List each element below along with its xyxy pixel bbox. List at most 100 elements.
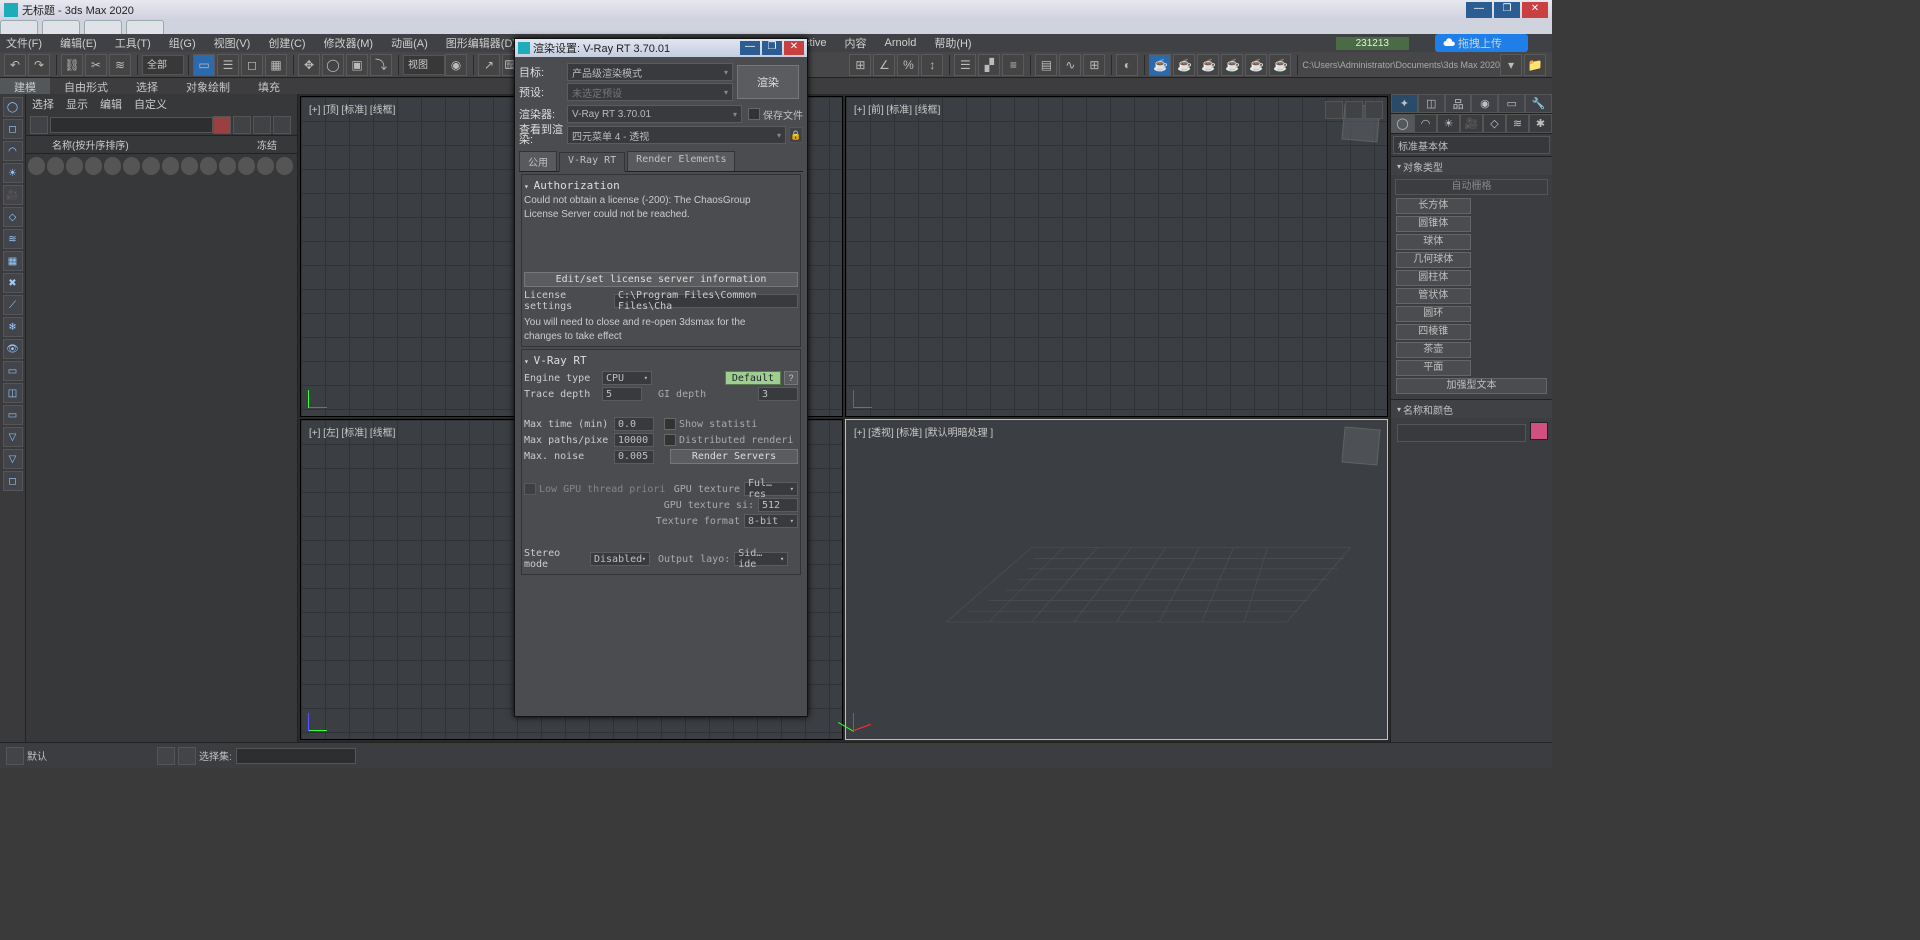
render-button[interactable]: 渲染 <box>737 65 799 99</box>
safe-frame-button[interactable] <box>1345 101 1363 119</box>
scale-button[interactable]: ▣ <box>346 54 368 76</box>
scene-search-input[interactable] <box>50 117 213 133</box>
layer-explorer-button[interactable]: ▤ <box>1035 54 1057 76</box>
menu-content[interactable]: 内容 <box>845 35 867 51</box>
filter-all-icon[interactable]: ◯ <box>3 97 23 117</box>
gpu-texture-select[interactable]: Ful…res <box>744 482 798 496</box>
cloud-upload-badge[interactable]: 拖拽上传 <box>1435 34 1528 52</box>
target-select[interactable]: 产品级渲染模式 <box>567 63 733 81</box>
move-button[interactable]: ✥ <box>298 54 320 76</box>
menu-arnold[interactable]: Arnold <box>885 37 917 49</box>
viewport-label[interactable]: [+] [顶] [标准] [线框] <box>309 101 395 116</box>
workspace-tab[interactable] <box>0 20 38 34</box>
stereo-mode-select[interactable]: Disabled <box>590 552 650 566</box>
undo-button[interactable]: ↶ <box>4 54 26 76</box>
column-name[interactable]: 名称(按升序排序) <box>26 137 237 152</box>
rollout-object-type[interactable]: 对象类型 <box>1391 157 1552 175</box>
low-gpu-priority-checkbox[interactable] <box>524 483 536 495</box>
cmd-tab-modify-icon[interactable]: ◫ <box>1418 94 1445 113</box>
save-file-checkbox[interactable] <box>748 108 760 120</box>
tab-common[interactable]: 公用 <box>519 151 557 171</box>
render-servers-button[interactable]: Render Servers <box>670 449 798 464</box>
scene-menu-select[interactable]: 选择 <box>32 96 54 112</box>
set-project-folder-button[interactable]: 📁 <box>1524 54 1546 76</box>
select-by-name-button[interactable]: ☰ <box>217 54 239 76</box>
rollout-vray-rt[interactable]: V-Ray RT <box>524 352 798 369</box>
window-minimize[interactable]: — <box>1466 2 1492 18</box>
view-settings-button[interactable] <box>1365 101 1383 119</box>
scene-menu-edit[interactable]: 编辑 <box>100 96 122 112</box>
prim-textplus-button[interactable]: 加强型文本 <box>1396 378 1547 394</box>
mtb-icon[interactable] <box>257 157 274 175</box>
menu-views[interactable]: 视图(V) <box>214 35 251 51</box>
rollout-name-color[interactable]: 名称和颜色 <box>1391 400 1552 418</box>
dialog-minimize[interactable]: — <box>740 41 760 55</box>
schematic-view-button[interactable]: ⊞ <box>1083 54 1105 76</box>
menu-graph-editor[interactable]: 图形编辑器(D) <box>446 35 516 51</box>
max-noise-spinner[interactable]: 0.005 <box>614 450 654 464</box>
cmd-tab-display-icon[interactable]: ▭ <box>1498 94 1525 113</box>
render-setup-button[interactable]: ☕ <box>1149 54 1171 76</box>
refcoord-select[interactable]: 视图 <box>403 55 445 75</box>
mtb-icon[interactable] <box>66 157 83 175</box>
place-button[interactable]: ⤵ <box>370 54 392 76</box>
scene-search-button[interactable] <box>30 116 48 134</box>
mirror-button[interactable]: ▞ <box>978 54 1000 76</box>
prim-tube-button[interactable]: 管状体 <box>1396 288 1471 304</box>
snap-toggle[interactable]: ⊞ <box>849 54 871 76</box>
cmd-tab-motion-icon[interactable]: ◉ <box>1471 94 1498 113</box>
primitive-category-select[interactable]: 标准基本体 <box>1393 136 1550 154</box>
selection-lock-button[interactable] <box>157 747 175 765</box>
prim-sphere-button[interactable]: 球体 <box>1396 234 1471 250</box>
filter-tag-icon[interactable]: ◻ <box>3 471 23 491</box>
workspace-tab[interactable] <box>126 20 164 34</box>
percent-snap-toggle[interactable]: % <box>897 54 919 76</box>
create-systems-icon[interactable]: ✱ <box>1529 114 1552 133</box>
menu-file[interactable]: 文件(F) <box>6 35 42 51</box>
column-frozen[interactable]: 冻结 <box>237 137 297 152</box>
filter-containers-icon[interactable]: ❄ <box>3 317 23 337</box>
menu-edit[interactable]: 编辑(E) <box>60 35 97 51</box>
scene-tree[interactable] <box>26 178 297 742</box>
license-settings-path[interactable]: C:\Program Files\Common Files\Cha <box>614 294 798 308</box>
max-time-spinner[interactable]: 0.0 <box>614 417 654 431</box>
render-frame-window-button[interactable]: ☕ <box>1173 54 1195 76</box>
viewport-layout-button[interactable] <box>6 747 24 765</box>
gpu-texture-size-spinner[interactable]: 512 <box>758 498 798 512</box>
align-button[interactable]: ≡ <box>1002 54 1024 76</box>
unlink-button[interactable]: ✂ <box>85 54 107 76</box>
render-cloud-button[interactable]: ☕ <box>1269 54 1291 76</box>
named-selection-button[interactable]: ☰ <box>954 54 976 76</box>
filter-funnel2-icon[interactable]: ▽ <box>3 449 23 469</box>
filter-shapes-icon[interactable]: ◠ <box>3 141 23 161</box>
create-shapes-icon[interactable]: ◠ <box>1414 114 1437 133</box>
scene-lock-button[interactable] <box>233 116 251 134</box>
prim-torus-button[interactable]: 圆环 <box>1396 306 1471 322</box>
create-spacewarps-icon[interactable]: ≋ <box>1506 114 1529 133</box>
filter-helpers-icon[interactable]: ◇ <box>3 207 23 227</box>
mtb-icon[interactable] <box>142 157 159 175</box>
trace-depth-spinner[interactable]: 5 <box>602 387 642 401</box>
curve-editor-button[interactable]: ∿ <box>1059 54 1081 76</box>
mtb-icon[interactable] <box>238 157 255 175</box>
select-object-button[interactable]: ▭ <box>193 54 215 76</box>
prim-geosphere-button[interactable]: 几何球体 <box>1396 252 1471 268</box>
create-geometry-icon[interactable]: ◯ <box>1391 114 1414 133</box>
viewto-select[interactable]: 四元菜单 4 - 透视 <box>567 126 786 144</box>
use-center-button[interactable]: ◉ <box>445 54 467 76</box>
object-color-swatch[interactable] <box>1530 422 1548 440</box>
help-button[interactable]: ? <box>784 371 798 385</box>
viewport-perspective[interactable]: [+] [透视] [标准] [默认明暗处理 ] <box>845 419 1388 740</box>
mtb-icon[interactable] <box>181 157 198 175</box>
window-maximize[interactable]: ❐ <box>1494 2 1520 18</box>
filter-geometry-icon[interactable]: ◻ <box>3 119 23 139</box>
workspace-tab[interactable] <box>84 20 122 34</box>
viewto-lock-button[interactable]: 🔒 <box>789 127 803 143</box>
bind-spacewarp-button[interactable]: ≋ <box>109 54 131 76</box>
mtb-icon[interactable] <box>219 157 236 175</box>
render-activeview-button[interactable]: ☕ <box>1245 54 1267 76</box>
manipulate-button[interactable]: ↗ <box>478 54 500 76</box>
filter-bones-icon[interactable]: ⟋ <box>3 295 23 315</box>
default-button[interactable]: Default <box>725 371 781 385</box>
filter-spacewarps-icon[interactable]: ≋ <box>3 229 23 249</box>
